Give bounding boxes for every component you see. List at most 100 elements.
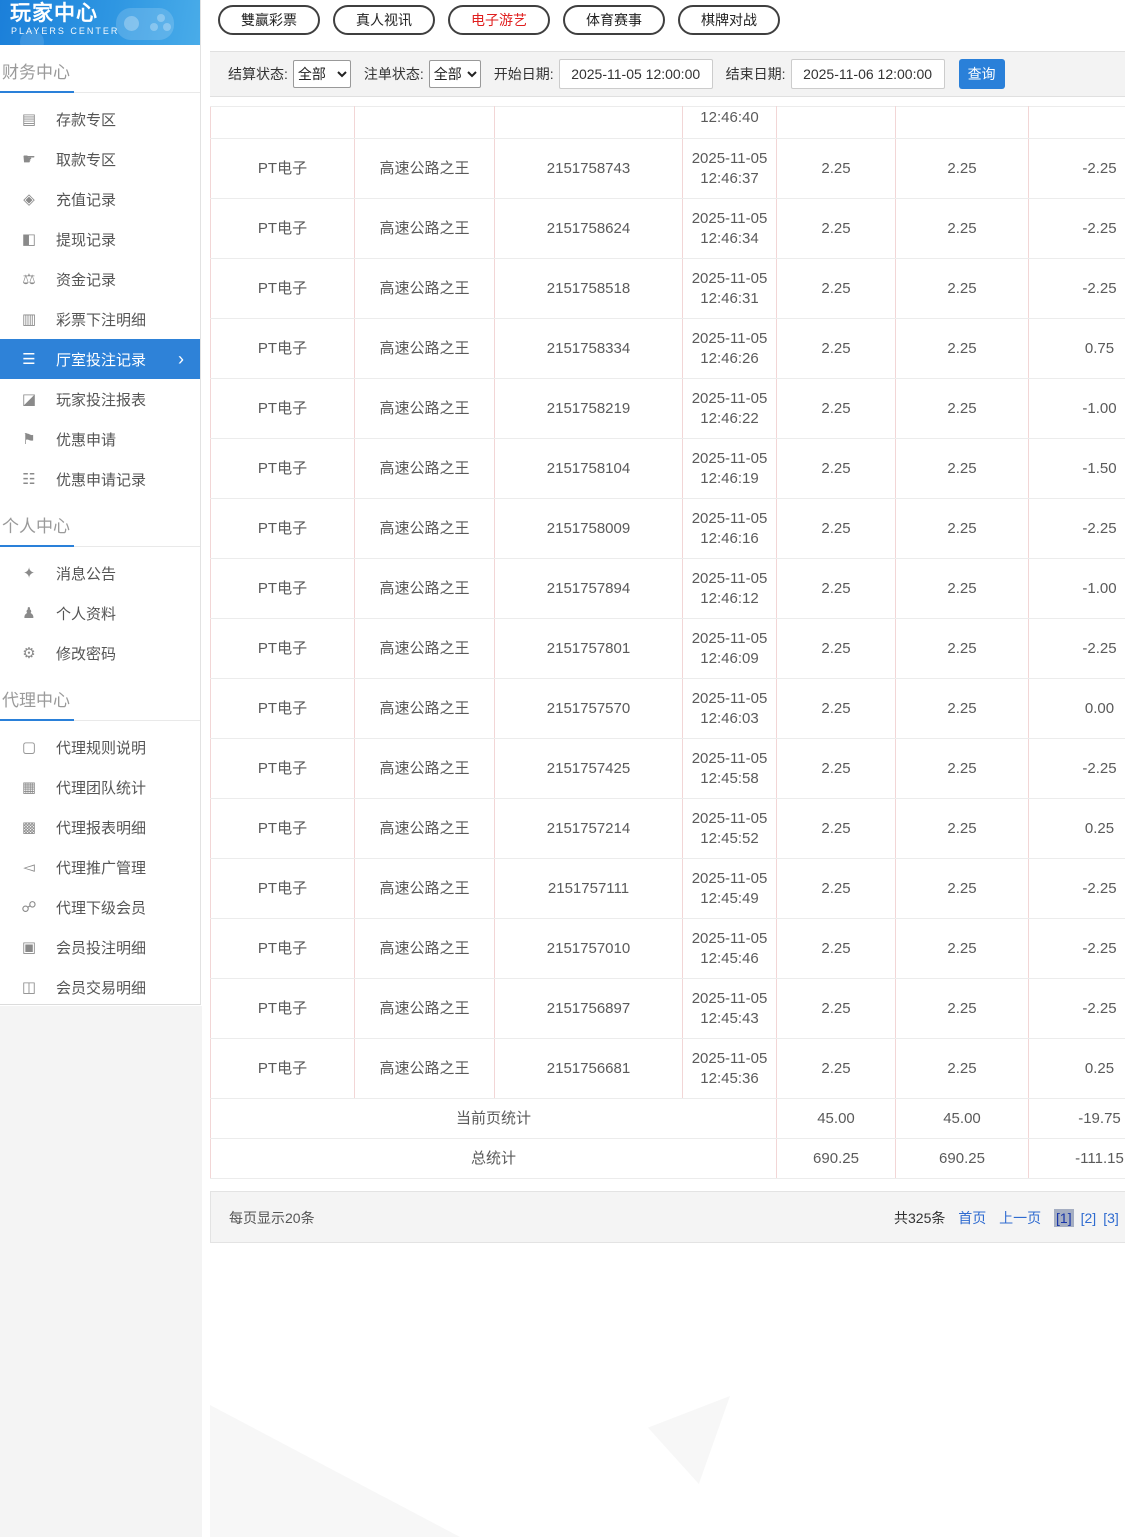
sidebar-item[interactable]: ◅ 代理推广管理 <box>0 847 200 887</box>
page-stats-row: 当前页统计 45.00 45.00 -19.75 <box>210 1098 1125 1139</box>
sidebar-item[interactable]: ◫ 会员交易明细 <box>0 967 200 1007</box>
page-stats-result: -19.75 <box>1028 1098 1125 1139</box>
table-row: PT电子 高速公路之王 2151757801 2025-11-05 12:46:09 2.… <box>210 618 1125 679</box>
sidebar-item[interactable]: ◧ 提现记录 <box>0 219 200 259</box>
page-number-links: [1][2][3][4][5]...[17] <box>1054 1209 1125 1227</box>
win-loss-cell: 0.00 <box>1028 678 1125 739</box>
first-page-link[interactable]: 首页 <box>958 1210 986 1226</box>
valid-bet-cell: 2.25 <box>895 318 1029 379</box>
order-status-select[interactable]: 全部 <box>428 60 481 88</box>
total-stats-result: -111.15 <box>1028 1138 1125 1179</box>
game-tab[interactable]: 真人视讯 <box>333 5 435 35</box>
game-category-tabs: 雙赢彩票 真人视讯 电子游艺 体育赛事 棋牌对战 <box>210 0 1125 51</box>
section-heading: 个人中心 <box>0 499 200 547</box>
total-stats-row: 总统计 690.25 690.25 -111.15 <box>210 1138 1125 1179</box>
sidebar-item-label: 存款专区 <box>56 111 117 129</box>
sidebar-item[interactable]: ▩ 代理报表明细 <box>0 807 200 847</box>
valid-bet-cell <box>895 106 1029 139</box>
funds-records-icon: ⚖ <box>22 271 36 288</box>
sidebar-item[interactable]: ☰ 厅室投注记录 › <box>0 339 200 379</box>
sidebar-item-label: 会员交易明细 <box>56 979 147 997</box>
page-link[interactable]: [2] <box>1081 1210 1097 1226</box>
sidebar-item[interactable]: ☷ 优惠申请记录 <box>0 459 200 499</box>
page-link[interactable]: [3] <box>1103 1210 1119 1226</box>
start-date-input[interactable] <box>558 59 713 89</box>
withdraw-icon: ☛ <box>22 151 36 168</box>
bet-amount-cell: 2.25 <box>776 258 896 319</box>
section-heading: 财务中心 <box>0 45 200 93</box>
sidebar-item-label: 玩家投注报表 <box>56 391 147 409</box>
platform-cell: PT电子 <box>210 198 355 259</box>
sidebar-item[interactable]: ◪ 玩家投注报表 <box>0 379 200 419</box>
game-tab[interactable]: 体育赛事 <box>563 5 665 35</box>
sidebar-item[interactable]: ▢ 代理规则说明 <box>0 727 200 767</box>
sidebar-item[interactable]: ⚙ 修改密码 <box>0 633 200 673</box>
platform-cell: PT电子 <box>210 318 355 379</box>
settle-status-select[interactable]: 全部 <box>292 60 351 88</box>
win-loss-cell: -2.25 <box>1028 138 1125 199</box>
win-loss-cell: 0.25 <box>1028 798 1125 859</box>
table-row: PT电子 高速公路之王 2151758219 2025-11-05 12:46:22 2.… <box>210 378 1125 439</box>
win-loss-cell: -2.25 <box>1028 258 1125 319</box>
valid-bet-cell: 2.25 <box>895 978 1029 1039</box>
win-loss-cell: -1.50 <box>1028 438 1125 499</box>
game-name-cell: 高速公路之王 <box>354 978 495 1039</box>
sidebar-item[interactable]: ◈ 充值记录 <box>0 179 200 219</box>
order-no-cell: 2151757801 <box>494 618 683 679</box>
agent-report-icon: ▩ <box>21 819 37 836</box>
total-count-text: 共325条 <box>894 1210 946 1226</box>
sidebar-item[interactable]: ▣ 会员投注明细 <box>0 927 200 967</box>
game-name-cell: 高速公路之王 <box>354 438 495 499</box>
platform-cell <box>210 106 355 139</box>
page-link-current[interactable]: [1] <box>1054 1209 1074 1227</box>
sidebar-item[interactable]: ▤ 存款专区 <box>0 99 200 139</box>
bet-amount-cell: 2.25 <box>776 858 896 919</box>
game-name-cell: 高速公路之王 <box>354 378 495 439</box>
valid-bet-cell: 2.25 <box>895 918 1029 979</box>
game-tab[interactable]: 电子游艺 <box>448 5 550 35</box>
sidebar-item[interactable]: ✦ 消息公告 <box>0 553 200 593</box>
agent-rules-icon: ▢ <box>21 739 37 756</box>
sidebar-item[interactable]: ▦ 代理团队统计 <box>0 767 200 807</box>
platform-cell: PT电子 <box>210 138 355 199</box>
page-stats-label: 当前页统计 <box>210 1098 777 1139</box>
end-date-input[interactable] <box>790 59 945 89</box>
filter-bar: 结算状态: 全部 注单状态: 全部 开始日期: 结束日期: 查询 <box>210 51 1125 97</box>
sidebar-item[interactable]: ♟ 个人资料 <box>0 593 200 633</box>
sidebar-item-label: 个人资料 <box>56 605 117 623</box>
sidebar-item-label: 取款专区 <box>56 151 117 169</box>
bet-time-cell: 2025-11-05 12:46:16 <box>682 498 777 559</box>
prev-page-link[interactable]: 上一页 <box>999 1210 1041 1226</box>
bet-time-cell: 2025-11-05 12:46:03 <box>682 678 777 739</box>
platform-cell: PT电子 <box>210 918 355 979</box>
sidebar-item-label: 代理推广管理 <box>56 859 147 877</box>
game-name-cell: 高速公路之王 <box>354 798 495 859</box>
bet-time-cell: 2025-11-05 12:45:49 <box>682 858 777 919</box>
sidebar-item[interactable]: ⚖ 资金记录 <box>0 259 200 299</box>
per-page-text: 每页显示20条 <box>229 1210 315 1226</box>
pagination-controls: 共325条 首页 上一页 [1][2][3][4][5]...[17] 下一页 … <box>894 1192 1125 1244</box>
bet-amount-cell: 2.25 <box>776 978 896 1039</box>
sidebar-item-label: 优惠申请记录 <box>56 471 147 489</box>
sidebar-item[interactable]: ⚑ 优惠申请 <box>0 419 200 459</box>
valid-bet-cell: 2.25 <box>895 858 1029 919</box>
sidebar-item[interactable]: ▥ 彩票下注明细 <box>0 299 200 339</box>
platform-cell: PT电子 <box>210 1038 355 1099</box>
game-tab[interactable]: 雙赢彩票 <box>218 5 320 35</box>
search-button[interactable]: 查询 <box>958 59 1005 89</box>
sidebar-item[interactable]: ☛ 取款专区 <box>0 139 200 179</box>
win-loss-cell: -2.25 <box>1028 498 1125 559</box>
sidebar-item[interactable]: ☍ 代理下级会员 <box>0 887 200 927</box>
game-tab[interactable]: 棋牌对战 <box>678 5 780 35</box>
bet-time-cell: 12:46:40 <box>682 106 777 139</box>
platform-cell: PT电子 <box>210 558 355 619</box>
bet-time-cell: 2025-11-05 12:46:22 <box>682 378 777 439</box>
table-row: PT电子 高速公路之王 2151758334 2025-11-05 12:46:26 2.… <box>210 318 1125 379</box>
bet-records-table: 12:46:40 PT电子 高速公路之王 2151758743 2025-11-05 12… <box>210 106 1125 1179</box>
game-name-cell: 高速公路之王 <box>354 138 495 199</box>
bet-amount-cell: 2.25 <box>776 438 896 499</box>
decor-triangle-mid <box>648 1396 730 1484</box>
order-no-cell <box>494 106 683 139</box>
game-name-cell: 高速公路之王 <box>354 858 495 919</box>
bet-time-cell: 2025-11-05 12:45:52 <box>682 798 777 859</box>
